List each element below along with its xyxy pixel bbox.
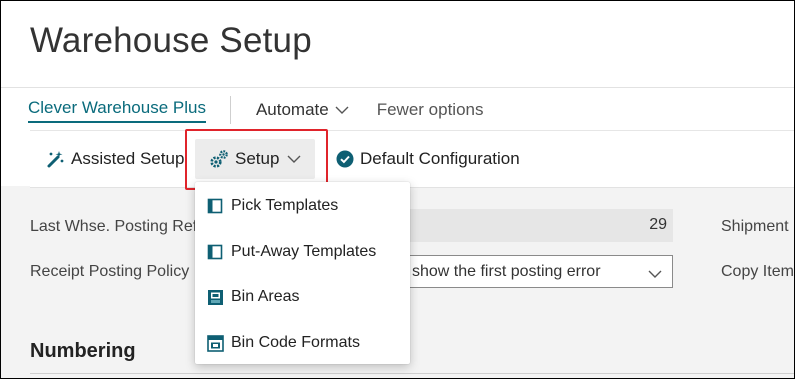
receipt-posting-policy-label: Receipt Posting Policy xyxy=(30,263,190,280)
menu-item-bin-areas[interactable]: Bin Areas xyxy=(207,285,299,309)
page-title: Warehouse Setup xyxy=(30,21,312,60)
tab-clever-warehouse-plus[interactable]: Clever Warehouse Plus xyxy=(28,98,206,123)
menu-item-bin-code-formats[interactable]: Bin Code Formats xyxy=(207,331,360,355)
setup-highlight-box xyxy=(185,129,328,190)
app-window: Warehouse Setup Clever Warehouse Plus Au… xyxy=(0,0,795,379)
receipt-posting-policy-value: show the first posting error xyxy=(412,263,601,280)
last-whse-posting-ref-field: 29 xyxy=(399,209,673,242)
numbering-section-header[interactable]: Numbering xyxy=(30,340,136,363)
menu-item-label: Pick Templates xyxy=(231,197,339,214)
action-bar-separator xyxy=(229,96,231,124)
copy-item-field-label: Copy Item xyxy=(721,263,794,280)
menu-item-label: Put-Away Templates xyxy=(231,243,377,260)
chevron-down-icon xyxy=(335,100,349,120)
setup-dropdown-menu: Pick Templates Put-Away Templates Bin Ar… xyxy=(195,182,410,364)
check-circle-icon xyxy=(336,150,354,168)
header-divider xyxy=(1,87,794,88)
template-page-icon xyxy=(207,198,224,215)
shipment-field-label: Shipment xyxy=(721,218,789,235)
wand-icon xyxy=(46,150,65,169)
section-divider xyxy=(30,373,794,374)
menu-item-pick-templates[interactable]: Pick Templates xyxy=(207,194,338,218)
receipt-posting-policy-select[interactable]: show the first posting error xyxy=(399,255,673,288)
automate-menu-button[interactable]: Automate xyxy=(256,100,349,120)
default-configuration-button[interactable]: Default Configuration xyxy=(336,131,520,187)
last-whse-posting-ref-value: 29 xyxy=(649,216,667,233)
assisted-setup-button[interactable]: Assisted Setup xyxy=(46,131,184,187)
fewer-options-button[interactable]: Fewer options xyxy=(377,100,484,120)
menu-item-put-away-templates[interactable]: Put-Away Templates xyxy=(207,240,376,264)
bin-code-format-icon xyxy=(207,334,224,352)
automate-label: Automate xyxy=(255,100,329,119)
toolbar: Assisted Setup Setup Default Configurati… xyxy=(30,130,794,188)
menu-item-label: Bin Code Formats xyxy=(231,334,360,351)
menu-item-label: Bin Areas xyxy=(231,288,300,305)
action-bar: Clever Warehouse Plus Automate Fewer opt… xyxy=(28,93,484,127)
assisted-setup-label: Assisted Setup xyxy=(71,149,185,168)
bin-area-icon xyxy=(207,289,224,306)
template-page-icon xyxy=(207,244,224,261)
last-whse-posting-ref-label: Last Whse. Posting Ref xyxy=(30,218,198,235)
default-configuration-label: Default Configuration xyxy=(360,149,520,168)
chevron-down-icon xyxy=(648,266,662,284)
